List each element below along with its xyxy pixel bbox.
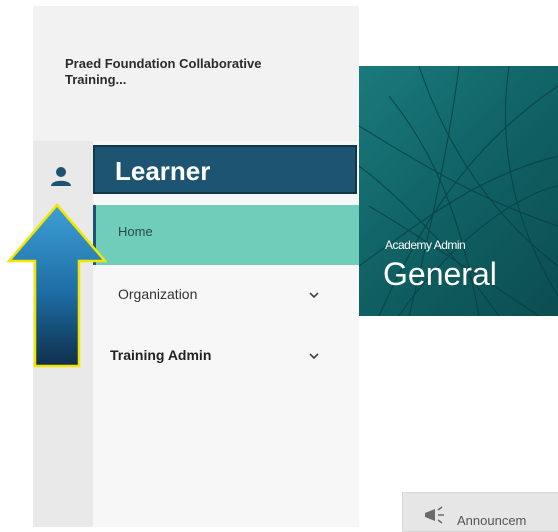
person-icon[interactable]	[46, 161, 76, 191]
sidebar-item-label: Home	[118, 224, 153, 239]
course-banner[interactable]: Academy Admin General	[359, 66, 558, 316]
sidebar-item-training-admin[interactable]: Training Admin	[93, 337, 359, 377]
banner-subtitle: Academy Admin	[385, 238, 466, 252]
megaphone-icon	[423, 503, 447, 525]
org-header: Praed Foundation Collaborative Training.…	[33, 6, 359, 141]
nav-header-label: Learner	[115, 156, 211, 186]
sidebar-item-organization[interactable]: Organization	[93, 276, 359, 316]
sidebar-item-label: Organization	[118, 286, 198, 302]
sidebar-item-home[interactable]: Home	[93, 205, 359, 265]
banner-title: General	[383, 256, 497, 292]
up-arrow-icon	[7, 203, 107, 368]
nav-header[interactable]: Learner	[93, 145, 357, 194]
chevron-down-icon[interactable]	[307, 288, 321, 302]
org-name[interactable]: Praed Foundation Collaborative Training.…	[65, 56, 325, 88]
chevron-down-icon[interactable]	[307, 349, 321, 363]
sidebar-item-label: Training Admin	[110, 347, 212, 363]
announcements-label: Announcem	[457, 513, 527, 528]
nav-panel: Learner Home Organization Training Admin	[93, 141, 359, 527]
announcements-button[interactable]: Announcem	[402, 492, 558, 532]
